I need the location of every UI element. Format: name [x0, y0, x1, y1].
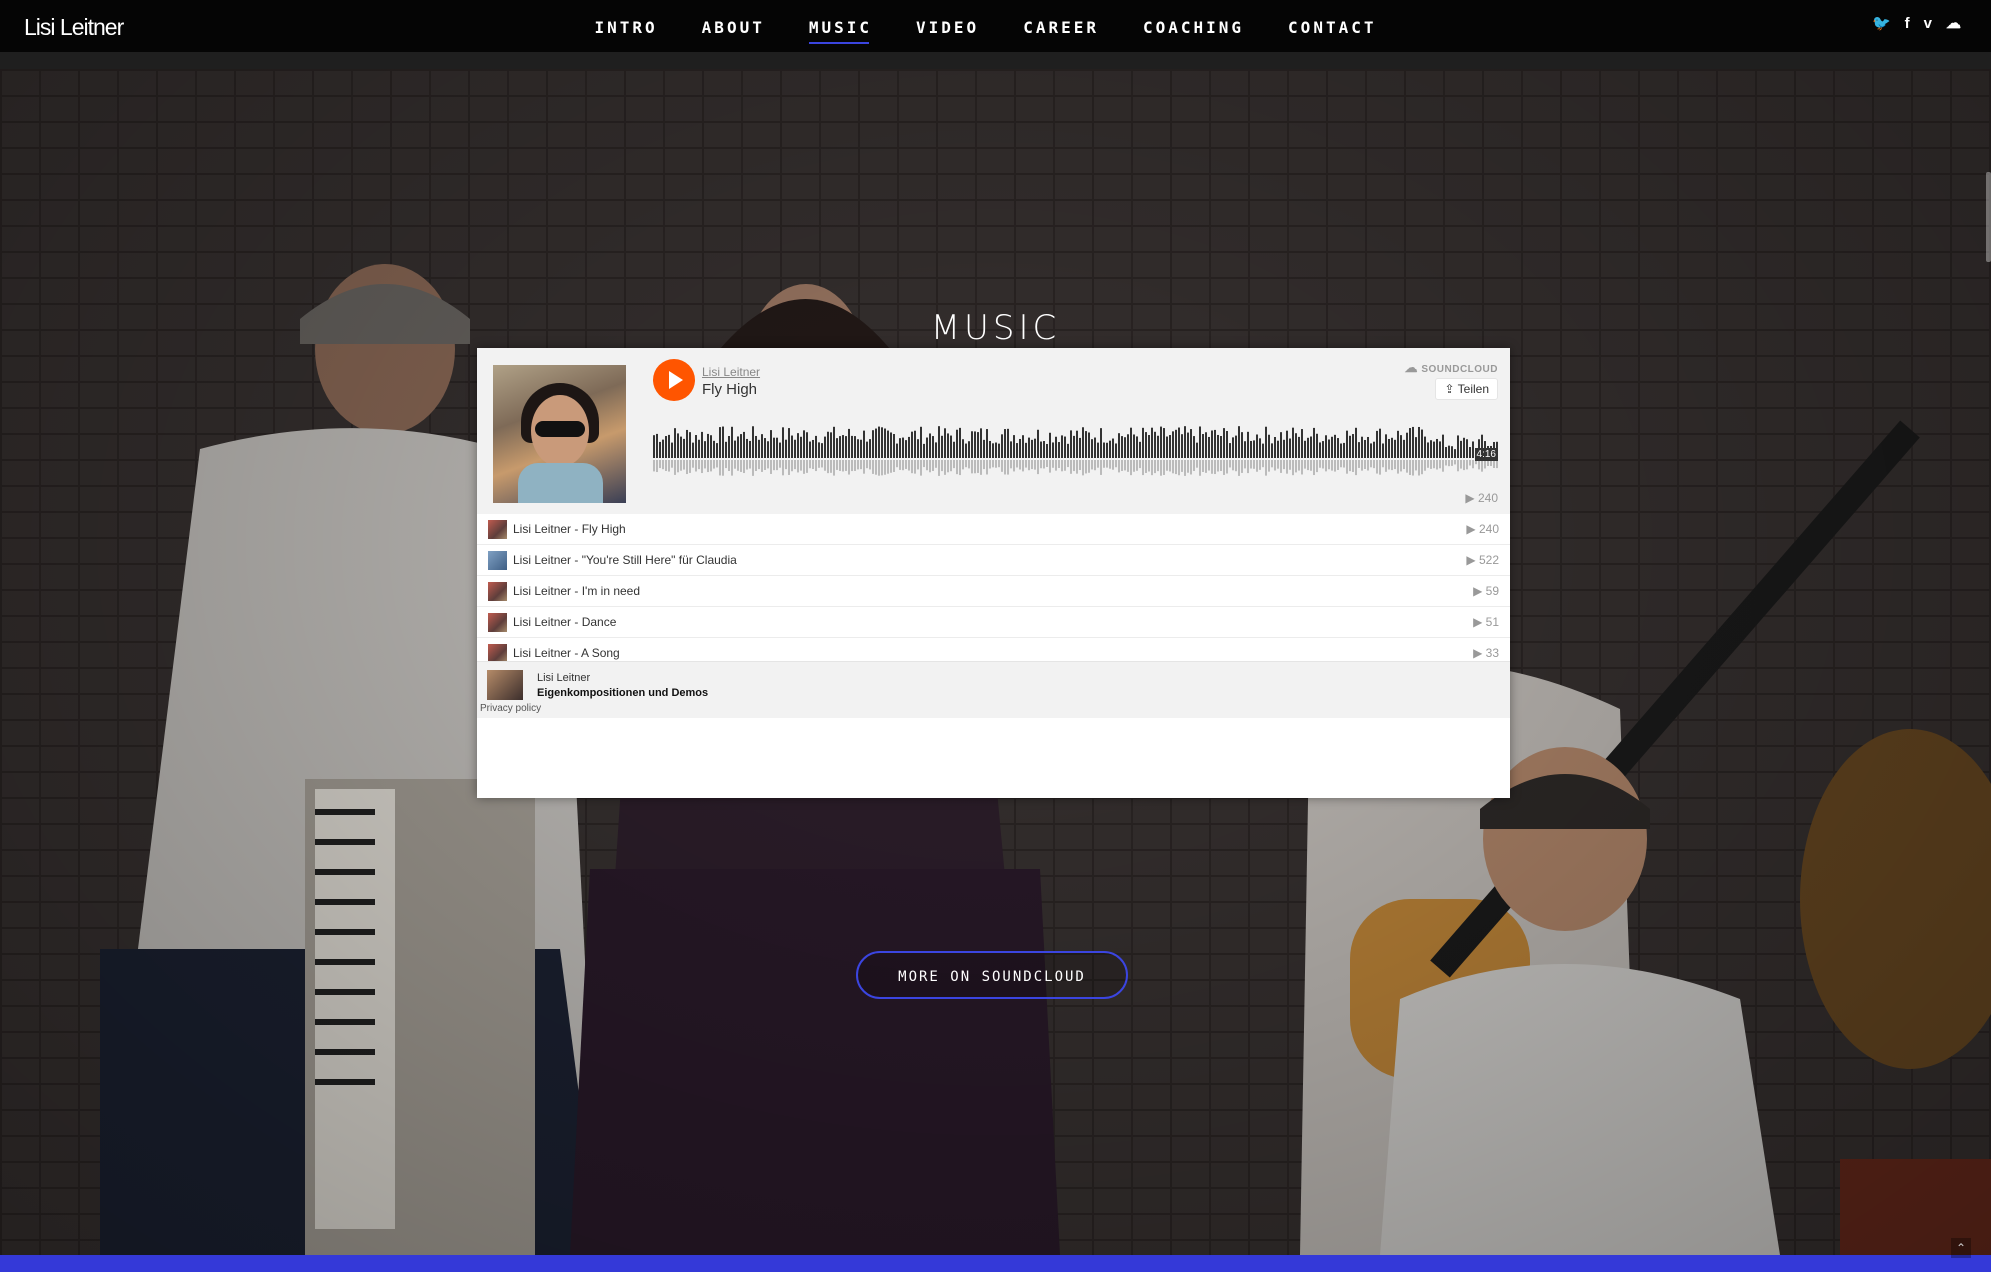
- play-count-icon: ▶: [1473, 584, 1486, 598]
- play-count-icon: ▶: [1466, 553, 1479, 567]
- track-row[interactable]: Lisi Leitner - I'm in need ▶ 59: [477, 576, 1510, 607]
- artist-link[interactable]: Lisi Leitner: [702, 365, 760, 379]
- section-title: MUSIC: [930, 308, 1061, 348]
- soundcloud-logo[interactable]: ☁ SOUNDCLOUD: [1405, 360, 1498, 376]
- nav-item-music[interactable]: MUSIC: [787, 0, 894, 52]
- track-row-plays-value: 33: [1485, 646, 1499, 660]
- chevron-up-icon: ⌃: [1955, 1241, 1967, 1255]
- share-icon: ⇪: [1444, 382, 1455, 396]
- privacy-link[interactable]: Privacy policy: [480, 703, 541, 714]
- share-label: Teilen: [1457, 382, 1489, 396]
- cloud-icon: ☁: [1404, 360, 1419, 375]
- bottom-accent-bar: [0, 1255, 1991, 1272]
- vimeo-icon[interactable]: v: [1924, 15, 1932, 32]
- track-row-plays-value: 59: [1485, 584, 1499, 598]
- player-footer: Lisi Leitner Eigenkompositionen und Demo…: [477, 661, 1510, 718]
- footer-set-title[interactable]: Eigenkompositionen und Demos: [537, 687, 708, 699]
- play-count-icon: ▶: [1473, 646, 1486, 660]
- scrollbar-thumb[interactable]: [1986, 172, 1991, 262]
- play-count: ▶ 240: [1465, 491, 1498, 505]
- track-thumbnail: [488, 643, 507, 661]
- track-row[interactable]: Lisi Leitner - A Song ▶ 33: [477, 638, 1510, 661]
- track-row[interactable]: Lisi Leitner - Dance ▶ 51: [477, 607, 1510, 638]
- waveform[interactable]: [653, 420, 1499, 484]
- track-row-plays: ▶ 240: [1466, 522, 1499, 536]
- main-nav: INTRO ABOUT MUSIC VIDEO CAREER COACHING CONTAC…: [0, 0, 1991, 52]
- track-row[interactable]: Lisi Leitner - Fly High ▶ 240: [477, 514, 1510, 545]
- social-links: 🐦 f v ☁: [1872, 14, 1961, 33]
- track-row-plays: ▶ 33: [1473, 646, 1499, 660]
- top-navigation-bar: Lisi Leitner INTRO ABOUT MUSIC VIDEO CAREER C…: [0, 0, 1991, 52]
- track-row-plays-value: 522: [1478, 553, 1499, 567]
- album-artwork[interactable]: [493, 365, 626, 503]
- track-thumbnail: [488, 581, 507, 601]
- track-thumbnail: [488, 519, 507, 539]
- facebook-icon[interactable]: f: [1905, 15, 1910, 32]
- nav-item-career[interactable]: CAREER: [1001, 0, 1121, 52]
- track-list: Lisi Leitner - Fly High ▶ 240 Lisi Leitner…: [477, 514, 1510, 661]
- track-thumbnail: [488, 612, 507, 632]
- track-title[interactable]: Fly High: [702, 381, 757, 398]
- track-thumbnail: [488, 550, 507, 570]
- nav-item-coaching[interactable]: COACHING: [1121, 0, 1266, 52]
- play-button[interactable]: [653, 359, 695, 401]
- soundcloud-logo-text: SOUNDCLOUD: [1421, 364, 1498, 375]
- soundcloud-icon[interactable]: ☁: [1946, 14, 1961, 32]
- track-row-title: Lisi Leitner - I'm in need: [513, 584, 641, 598]
- user-avatar[interactable]: [487, 670, 523, 700]
- track-row-title: Lisi Leitner - Dance: [513, 615, 617, 629]
- share-button[interactable]: ⇪ Teilen: [1435, 378, 1498, 400]
- player-header: Lisi Leitner Fly High ☁ SOUNDCLOUD ⇪ Tei…: [477, 348, 1510, 514]
- track-row-plays: ▶ 51: [1473, 615, 1499, 629]
- nav-shadow-strip: [0, 52, 1991, 69]
- scroll-to-top-button[interactable]: ⌃: [1951, 1238, 1971, 1258]
- footer-user[interactable]: Lisi Leitner: [537, 672, 590, 684]
- track-row-plays: ▶ 522: [1466, 553, 1499, 567]
- twitter-icon[interactable]: 🐦: [1872, 14, 1891, 32]
- nav-item-about[interactable]: ABOUT: [680, 0, 787, 52]
- nav-item-contact[interactable]: CONTACT: [1266, 0, 1398, 52]
- play-count-icon: ▶: [1466, 522, 1479, 536]
- track-row-title: Lisi Leitner - "You're Still Here" für C…: [513, 553, 737, 567]
- track-row-title: Lisi Leitner - A Song: [513, 646, 620, 660]
- track-row-plays-value: 240: [1478, 522, 1499, 536]
- track-duration: 4:16: [1474, 448, 1498, 461]
- track-row-plays: ▶ 59: [1473, 584, 1499, 598]
- track-row-plays-value: 51: [1485, 615, 1499, 629]
- more-on-soundcloud-button[interactable]: MORE ON SOUNDCLOUD: [856, 951, 1128, 999]
- nav-item-intro[interactable]: INTRO: [573, 0, 680, 52]
- track-row-title: Lisi Leitner - Fly High: [513, 522, 626, 536]
- play-count-value: 240: [1477, 491, 1498, 505]
- track-row[interactable]: Lisi Leitner - "You're Still Here" für C…: [477, 545, 1510, 576]
- play-count-icon: ▶: [1465, 491, 1475, 505]
- soundcloud-player: Lisi Leitner Fly High ☁ SOUNDCLOUD ⇪ Tei…: [477, 348, 1510, 798]
- play-count-icon: ▶: [1473, 615, 1486, 629]
- nav-item-video[interactable]: VIDEO: [894, 0, 1001, 52]
